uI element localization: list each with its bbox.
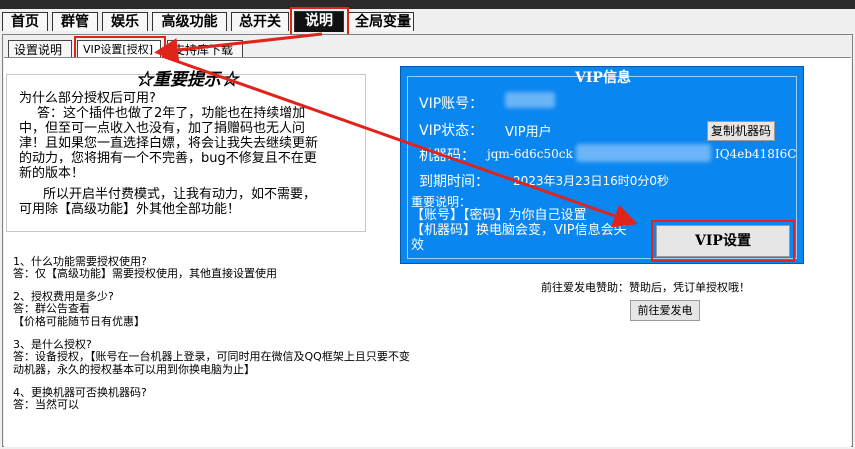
vip-machine-code-prefix: jqm-6d6c50ck xyxy=(487,147,573,161)
notice-answer-line: 答：这个插件也做了2年了，功能也在持续增加 xyxy=(37,106,306,121)
vip-expiry-label: 到期时间： xyxy=(419,174,489,190)
vip-note-line: 【账号】【密码】为你自己设置 xyxy=(411,208,587,223)
vip-machine-code-redacted xyxy=(576,144,711,162)
faq-answer: 答：当然可以 xyxy=(13,398,79,411)
tab-global-variables[interactable]: 全局变量 xyxy=(348,12,414,31)
notice-title: ☆重要提示☆ xyxy=(136,70,238,90)
vip-account-value-redacted xyxy=(505,92,555,108)
notice-closing-line: 可用除【高级功能】外其他全部功能！ xyxy=(19,202,241,217)
vip-note-line: 效 xyxy=(411,238,425,253)
vip-account-label: VIP账号： xyxy=(419,96,484,112)
vip-status-label: VIP状态： xyxy=(419,123,484,139)
vip-expiry-value: 2023年3月23日16时0分0秒 xyxy=(513,174,669,188)
vip-note-title: 重要说明： xyxy=(411,195,472,209)
faq-question: 4、更换机器可否换机器码? xyxy=(13,386,147,399)
subtab-settings-guide[interactable]: 设置说明 xyxy=(8,40,72,58)
sponsor-text: 前往爱发电赞助：赞助后，凭订单授权哦！ xyxy=(541,281,750,294)
faq-answer: 答：仅【高级功能】需要授权使用，其他直接设置使用 xyxy=(13,267,277,280)
tab-entertainment[interactable]: 娱乐 xyxy=(102,12,148,31)
important-notice-box: ☆重要提示☆ 为什么部分授权后可用? 答：这个插件也做了2年了，功能也在持续增加… xyxy=(6,70,366,232)
vip-settings-button[interactable]: VIP设置 xyxy=(656,225,790,257)
notice-question: 为什么部分授权后可用? xyxy=(19,91,156,106)
notice-closing-line: 所以开启半付费模式，让我有动力，如不需要， xyxy=(43,187,317,202)
vip-machine-code-suffix: IQ4eb418I6C xyxy=(715,147,797,161)
tab-master-switch[interactable]: 总开关 xyxy=(231,12,289,31)
window-title-strip xyxy=(0,0,855,9)
notice-answer-line: 中，但至可一点收入也没有，加了捐赠码也无人问 xyxy=(19,121,306,136)
vip-note-line: 【机器码】换电脑会变，VIP信息会失 xyxy=(411,223,627,238)
vip-info-title: VIP信息 xyxy=(575,70,631,86)
notice-answer-line: 新的版本！ xyxy=(19,166,85,181)
tab-group-manage[interactable]: 群管 xyxy=(52,12,98,31)
faq-answer: 答：群公告查看 【价格可能随节日有优惠】 xyxy=(13,302,145,328)
tab-home[interactable]: 首页 xyxy=(2,12,48,31)
notice-answer-line: 津！且如果您一直选择白嫖，将会让我失去继续更新 xyxy=(19,136,319,151)
go-afdian-button[interactable]: 前往爱发电 xyxy=(630,300,700,321)
tab-advanced[interactable]: 高级功能 xyxy=(152,12,227,31)
copy-machine-code-button[interactable]: 复制机器码 xyxy=(707,121,775,141)
faq-answer: 答：设备授权，【账号在一台机器上登录，可同时用在微信及QQ框架上且只要不变 动机… xyxy=(13,350,410,376)
notice-answer-line: 的动力，您将拥有一个不完善，bug不修复且不在更 xyxy=(19,151,317,166)
vip-machine-code-label: 机器码： xyxy=(419,148,475,164)
subtab-library-download[interactable]: 支持库下载 xyxy=(167,40,243,58)
vip-status-value: VIP用户 xyxy=(505,125,552,140)
